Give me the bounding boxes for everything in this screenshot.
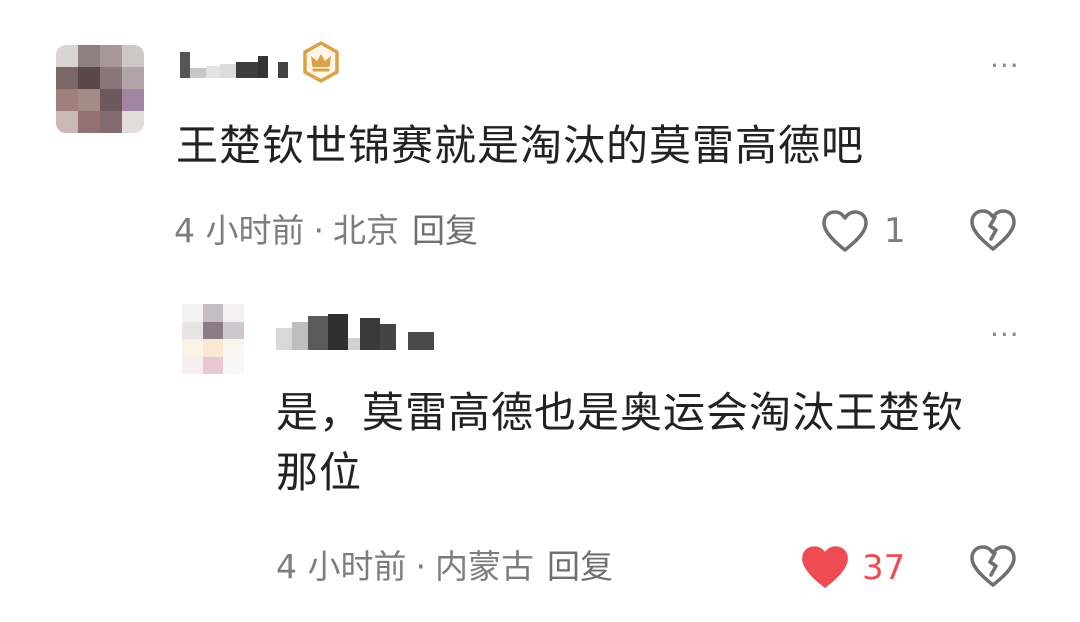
more-options-icon[interactable]: ···: [990, 52, 1020, 80]
meta-separator: ·: [313, 211, 325, 250]
more-options-icon[interactable]: ···: [990, 321, 1020, 349]
reply-button[interactable]: 回复: [547, 547, 613, 587]
like-count: 37: [862, 548, 906, 588]
comment-time: 4 小时前: [174, 211, 305, 250]
broken-heart-icon[interactable]: [968, 207, 1018, 253]
crown-badge-icon: [303, 41, 339, 83]
username[interactable]: [276, 310, 434, 350]
username[interactable]: [180, 48, 288, 78]
comment-location: 内蒙古: [435, 547, 534, 586]
reply-button[interactable]: 回复: [412, 211, 478, 251]
avatar[interactable]: [56, 45, 144, 133]
comment-text: 是，莫雷高德也是奥运会淘汰王楚钦 那位: [276, 383, 964, 503]
comment-text: 王楚钦世锦赛就是淘汰的莫雷高德吧: [176, 121, 865, 170]
comment-location: 北京: [333, 211, 399, 250]
avatar[interactable]: [182, 304, 244, 374]
comment-meta: 4 小时前 · 内蒙古 回复: [276, 547, 613, 587]
heart-filled-icon[interactable]: [799, 543, 851, 591]
broken-heart-icon[interactable]: [968, 543, 1018, 589]
like-count: 1: [884, 211, 906, 251]
comment-text-line: 那位: [276, 448, 363, 497]
comment-text-line: 是，莫雷高德也是奥运会淘汰王楚钦: [276, 388, 965, 437]
comment-meta: 4 小时前 · 北京 回复: [174, 211, 478, 251]
meta-separator: ·: [415, 547, 427, 586]
heart-outline-icon[interactable]: [820, 208, 870, 254]
comment-time: 4 小时前: [276, 547, 407, 586]
